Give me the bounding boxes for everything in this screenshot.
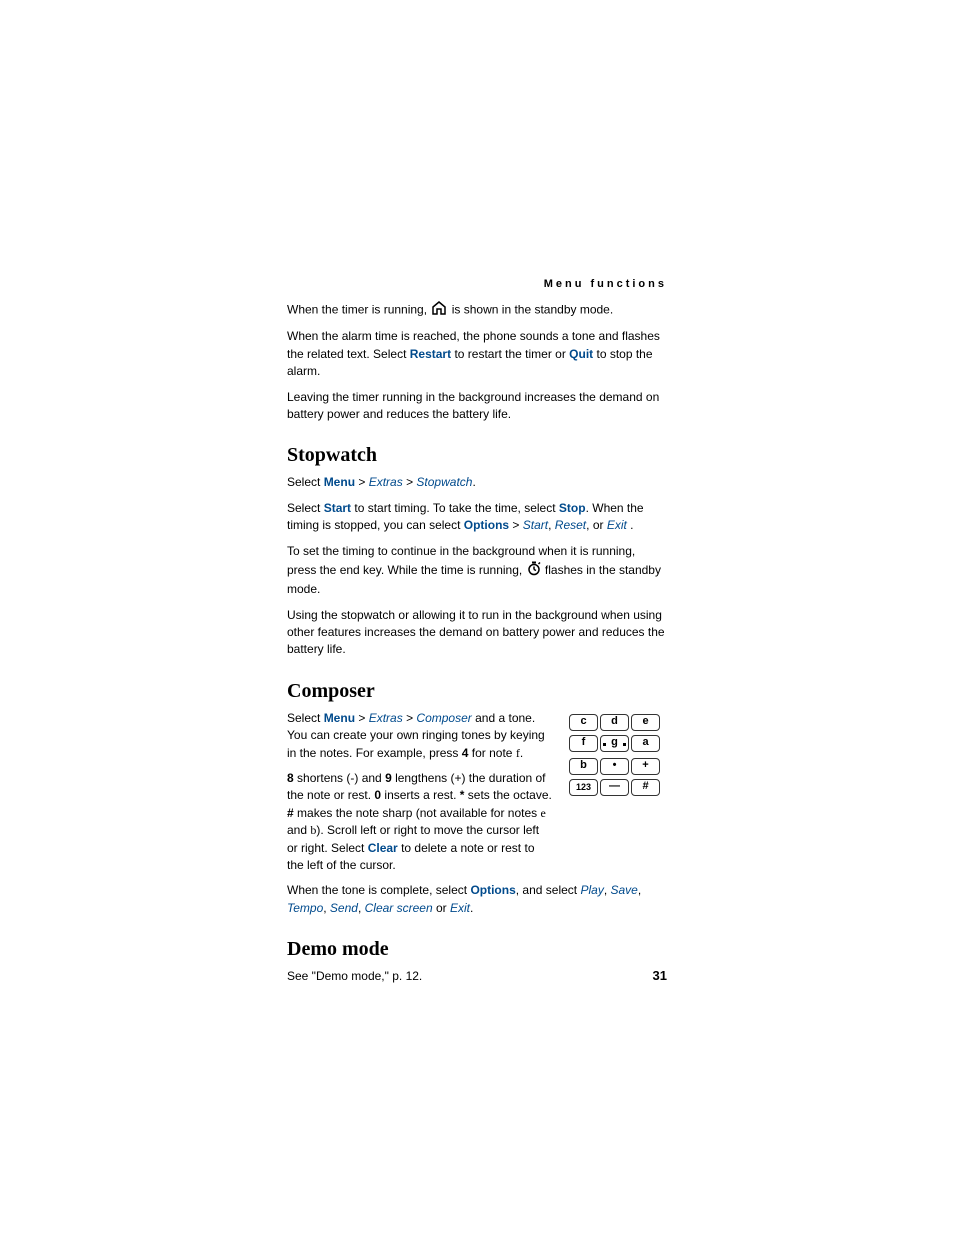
start-action: Start [324, 501, 351, 515]
key-9: 9 [385, 771, 392, 785]
composer-intro-paragraph: Select Menu > Extras > Composer and a to… [287, 710, 553, 762]
reset-option: Reset [555, 518, 586, 532]
text: . [470, 901, 473, 915]
keypad-diagram: c d e f g a b • + 123 [569, 714, 667, 800]
text: Select [287, 711, 324, 725]
body-content: When the timer is running, is shown in t… [287, 300, 667, 986]
text: , [358, 901, 365, 915]
text: or [433, 901, 450, 915]
start-option: Start [523, 518, 548, 532]
stopwatch-battery-paragraph: Using the stopwatch or allowing it to ru… [287, 607, 667, 659]
composer-keys-paragraph: 8 shortens (-) and 9 lengthens (+) the d… [287, 770, 553, 874]
text: , and select [516, 883, 581, 897]
options-action: Options [464, 518, 509, 532]
stopwatch-background-paragraph: To set the timing to continue in the bac… [287, 543, 667, 599]
text: , [323, 901, 330, 915]
key-dash: — [600, 779, 629, 796]
stopwatch-controls-paragraph: Select Start to start timing. To take th… [287, 500, 667, 535]
text: , [604, 883, 611, 897]
text: sets the octave. [464, 788, 551, 802]
text: and [287, 823, 310, 837]
stopwatch-nav-paragraph: Select Menu > Extras > Stopwatch. [287, 474, 667, 491]
menu-label: Menu [324, 475, 355, 489]
key-dot: • [600, 758, 629, 775]
timer-running-paragraph: When the timer is running, is shown in t… [287, 300, 667, 320]
text: , [638, 883, 641, 897]
menu-label: Menu [324, 711, 355, 725]
text: . [520, 746, 523, 760]
key-e: e [631, 714, 660, 731]
text: , or [586, 518, 607, 532]
stopwatch-clock-icon [526, 560, 542, 581]
restart-action: Restart [410, 347, 451, 361]
demo-mode-paragraph: See "Demo mode," p. 12. [287, 968, 667, 985]
send-option: Send [330, 901, 358, 915]
stopwatch-heading: Stopwatch [287, 441, 667, 470]
text: Select [287, 501, 324, 515]
extras-label: Extras [369, 475, 403, 489]
quit-action: Quit [569, 347, 593, 361]
key-d: d [600, 714, 629, 731]
battery-warning-paragraph: Leaving the timer running in the backgro… [287, 389, 667, 424]
key-g: g [600, 735, 629, 752]
composer-options-paragraph: When the tone is complete, select Option… [287, 882, 667, 917]
exit-option: Exit [450, 901, 470, 915]
running-header: Menu functions [544, 278, 667, 290]
key-8: 8 [287, 771, 294, 785]
text: . [472, 475, 475, 489]
text: to start timing. To take the time, selec… [351, 501, 559, 515]
save-option: Save [611, 883, 638, 897]
note-e: e [541, 806, 546, 820]
text: > [403, 475, 417, 489]
composer-label: Composer [416, 711, 471, 725]
tempo-option: Tempo [287, 901, 323, 915]
exit-option: Exit [607, 518, 627, 532]
key-plus: + [631, 758, 660, 775]
text: > [355, 711, 369, 725]
clear-action: Clear [368, 841, 398, 855]
key-a: a [631, 735, 660, 752]
text: > [403, 711, 417, 725]
play-option: Play [580, 883, 603, 897]
text: shortens (-) and [294, 771, 385, 785]
demo-mode-heading: Demo mode [287, 935, 667, 964]
text: is shown in the standby mode. [452, 302, 613, 316]
key-hash-btn: # [631, 779, 660, 796]
composer-heading: Composer [287, 677, 667, 706]
clearscreen-option: Clear screen [365, 901, 433, 915]
text: . [627, 518, 634, 532]
composer-section: Select Menu > Extras > Composer and a to… [287, 710, 667, 883]
text: Select [287, 475, 324, 489]
key-b: b [569, 758, 598, 775]
text: to restart the timer or [451, 347, 569, 361]
text: , [548, 518, 555, 532]
stopwatch-label: Stopwatch [416, 475, 472, 489]
key-123: 123 [569, 779, 598, 796]
text: > [355, 475, 369, 489]
page-number: 31 [653, 968, 667, 983]
alarm-paragraph: When the alarm time is reached, the phon… [287, 328, 667, 380]
text: for note [468, 746, 515, 760]
key-hash: # [287, 806, 294, 820]
standby-house-icon [430, 300, 448, 320]
key-f: f [569, 735, 598, 752]
text: makes the note sharp (not available for … [294, 806, 541, 820]
key-c: c [569, 714, 598, 731]
text: > [509, 518, 523, 532]
text: When the tone is complete, select [287, 883, 470, 897]
options-action: Options [470, 883, 515, 897]
stop-action: Stop [559, 501, 586, 515]
text: inserts a rest. [381, 788, 460, 802]
text: When the timer is running, [287, 302, 430, 316]
document-page: Menu functions When the timer is running… [0, 0, 954, 1235]
extras-label: Extras [369, 711, 403, 725]
